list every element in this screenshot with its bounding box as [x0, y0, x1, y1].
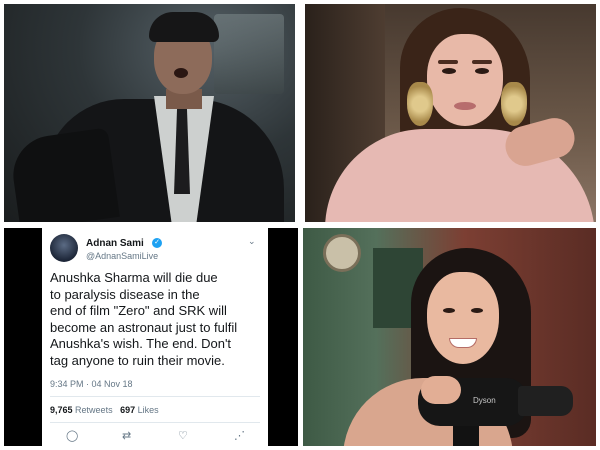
dryer-brand-logo: Dyson	[473, 396, 496, 405]
hair	[149, 12, 219, 42]
background-window	[214, 14, 284, 94]
like-icon[interactable]: ♡	[178, 429, 188, 443]
avatar[interactable]	[50, 234, 78, 262]
likes-count[interactable]: 697	[120, 405, 135, 415]
mouth	[174, 68, 188, 78]
photo-woman-with-hair-dryer: Dyson	[303, 228, 596, 446]
earring	[501, 82, 527, 126]
divider	[50, 422, 260, 423]
divider	[50, 396, 260, 397]
tweet-actions: ◯ ⇄ ♡ ⋰	[50, 429, 260, 443]
reply-icon[interactable]: ◯	[66, 429, 78, 443]
verified-badge-icon: ✓	[152, 238, 162, 248]
tweet-timestamp[interactable]: 9:34 PM · 04 Nov 18	[50, 379, 133, 389]
face	[427, 34, 503, 126]
eye	[443, 308, 455, 313]
author-name[interactable]: Adnan Sami	[86, 238, 144, 249]
eye	[442, 68, 456, 74]
tweet-text: Anushka Sharma will die due to paralysis…	[50, 270, 238, 368]
tweet-screenshot-panel: Adnan Sami ✓ @AdnanSamiLive ⌄ Anushka Sh…	[4, 228, 298, 446]
photo-man-in-suit	[4, 4, 295, 222]
eye	[471, 308, 483, 313]
fingers	[421, 376, 461, 404]
likes-label[interactable]: Likes	[138, 405, 159, 415]
retweets-count[interactable]: 9,765	[50, 405, 73, 415]
eye	[475, 68, 489, 74]
share-icon[interactable]: ⋰	[234, 429, 245, 443]
face	[427, 272, 499, 364]
photo-woman-in-pink	[305, 4, 596, 222]
earring	[407, 82, 433, 126]
tweet-stats: 9,765 Retweets 697 Likes	[50, 405, 159, 415]
retweet-icon[interactable]: ⇄	[122, 429, 131, 443]
hair-dryer-nozzle	[518, 386, 573, 416]
eyebrow	[438, 60, 458, 64]
arm	[8, 127, 120, 222]
tweet-card: Adnan Sami ✓ @AdnanSamiLive ⌄ Anushka Sh…	[42, 228, 268, 446]
lips	[454, 102, 476, 110]
wall-clock	[323, 234, 361, 272]
retweets-label[interactable]: Retweets	[75, 405, 113, 415]
author-handle[interactable]: @AdnanSamiLive	[86, 251, 158, 261]
chevron-down-icon[interactable]: ⌄	[248, 236, 256, 247]
eyebrow	[472, 60, 492, 64]
